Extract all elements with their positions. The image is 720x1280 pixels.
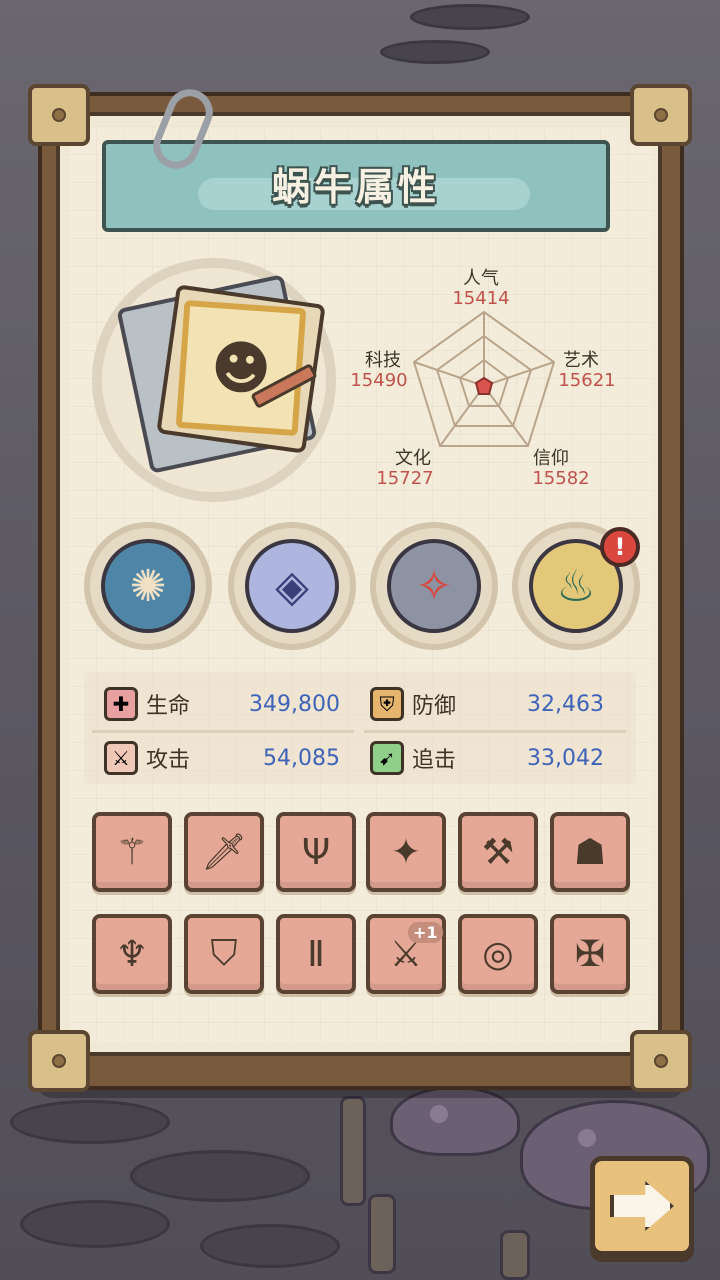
corner-bracket-bottom-left [28, 1030, 90, 1092]
stepping-stone [200, 1224, 340, 1268]
shield-icon: ⛉ [210, 933, 238, 974]
equip-slot-greaves[interactable]: Ⅱ [276, 914, 356, 994]
post-decoration [368, 1194, 396, 1274]
stat-label-chase: 追击 [412, 748, 457, 773]
arrow-right-icon [610, 1181, 674, 1231]
attr-value-faith: 15582 [532, 468, 590, 489]
radar-value-shape [474, 376, 494, 395]
trident-icon: ♆ [115, 933, 149, 975]
stat-row-attack: ⚔ 攻击 [104, 736, 190, 780]
equip-slot-blaster[interactable]: ✦ [366, 812, 446, 892]
radar-axis [483, 385, 529, 447]
equip-slot-hammer[interactable]: ⚒ [458, 812, 538, 892]
hammer-icon: ⚒ [481, 831, 515, 873]
stat-value-hp: 349,800 [249, 692, 340, 717]
shield-stat-icon: ⛨ [370, 687, 404, 721]
chase-stat-icon: ➹ [370, 741, 404, 775]
equip-slot-armor[interactable]: ☗ [550, 812, 630, 892]
corner-bracket-top-left [28, 84, 90, 146]
equip-slot-crossbow[interactable]: ✠ [550, 914, 630, 994]
equip-slot-scepter[interactable]: ⚚ [92, 812, 172, 892]
mushroom-decoration [390, 1086, 520, 1156]
snail-portrait[interactable]: ☻ [175, 299, 307, 437]
compass-relic-icon: ✧ [387, 539, 481, 633]
stat-value-chase: 33,042 [527, 746, 604, 771]
equip-slot-sword[interactable]: 🗡 [184, 812, 264, 892]
attr-value-culture: 15727 [376, 468, 434, 489]
stat-value-defense: 32,463 [527, 692, 604, 717]
radar-axis [439, 385, 485, 447]
crossbow-icon: ✠ [574, 933, 606, 975]
blaster-icon: ✦ [390, 831, 422, 873]
attr-value-art: 15621 [558, 370, 616, 391]
upgrade-badge: +1 [408, 922, 443, 943]
equip-slot-trident[interactable]: ♆ [92, 914, 172, 994]
stats-divider [364, 730, 626, 733]
stepping-stone [10, 1100, 170, 1144]
equip-slot-slingshot[interactable]: Ψ [276, 812, 356, 892]
stat-row-defense: ⛨ 防御 [370, 682, 456, 726]
heart-pill-icon: ✚ [104, 687, 138, 721]
equip-slot-ring[interactable]: ◎ [458, 914, 538, 994]
stat-value-attack: 54,085 [263, 746, 340, 771]
ring-icon: ◎ [482, 933, 514, 975]
sword-stat-icon: ⚔ [104, 741, 138, 775]
post-decoration [500, 1230, 530, 1280]
slingshot-icon: Ψ [301, 831, 331, 873]
relic-slot-2[interactable]: ◈ [228, 522, 356, 650]
stepping-stone [410, 4, 530, 30]
crystal-orb-relic-icon: ◈ [245, 539, 339, 633]
greaves-icon: Ⅱ [307, 933, 325, 975]
stat-label-defense: 防御 [412, 694, 457, 719]
scepter-icon: ⚚ [115, 831, 149, 873]
attr-label-art: 艺术 [563, 350, 599, 371]
corner-bracket-top-right [630, 84, 692, 146]
stat-label-hp: 生命 [146, 694, 191, 719]
attr-label-culture: 文化 [395, 448, 431, 469]
relic-alert-badge: ! [600, 527, 640, 567]
next-button[interactable] [590, 1156, 694, 1256]
attr-label-faith: 信仰 [533, 448, 569, 469]
attribute-radar-chart [412, 310, 556, 447]
stepping-stone [20, 1200, 170, 1248]
attr-label-tech: 科技 [365, 350, 401, 371]
stat-row-hp: ✚ 生命 [104, 682, 190, 726]
post-decoration [340, 1096, 366, 1206]
equip-slot-shield[interactable]: ⛉ [184, 914, 264, 994]
sword-icon: 🗡 [201, 832, 247, 873]
spiked-shell-relic-icon: ✺ [101, 539, 195, 633]
stat-label-attack: 攻击 [146, 748, 191, 773]
relic-slot-3[interactable]: ✧ [370, 522, 498, 650]
stat-row-chase: ➹ 追击 [370, 736, 456, 780]
attr-label-popularity: 人气 [463, 268, 499, 289]
stats-divider [92, 730, 354, 733]
attr-value-tech: 15490 [350, 370, 408, 391]
stepping-stone [380, 40, 490, 64]
relic-slot-1[interactable]: ✺ [84, 522, 212, 650]
armor-icon: ☗ [573, 831, 607, 873]
stepping-stone [130, 1150, 310, 1202]
attr-value-popularity: 15414 [452, 288, 510, 309]
corner-bracket-bottom-right [630, 1030, 692, 1092]
